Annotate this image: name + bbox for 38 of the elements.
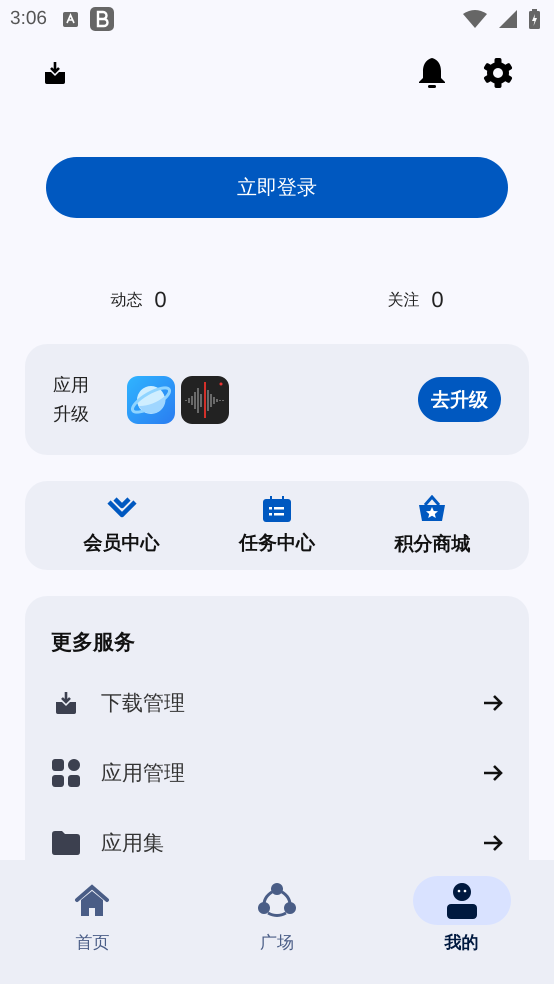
nav-tab[interactable]: 广场 <box>184 876 370 984</box>
calendar-list-icon[interactable] <box>262 496 291 522</box>
notification-bell-icon[interactable] <box>418 57 446 89</box>
stat-value[interactable]: 0 <box>431 287 444 313</box>
planet-app-icon <box>127 376 175 424</box>
wifi-icon <box>463 10 487 28</box>
stat-label[interactable]: 关注 <box>387 290 420 310</box>
arrow-right-icon <box>483 764 503 782</box>
stat-value[interactable]: 0 <box>154 287 167 313</box>
upgrade-label: 应用升级 <box>53 374 90 426</box>
settings-icon[interactable] <box>482 57 514 89</box>
b-app-notification-icon <box>90 7 114 31</box>
folder-icon <box>51 831 81 855</box>
grid-icon <box>51 759 81 787</box>
download-icon[interactable] <box>43 61 67 85</box>
nav-tab[interactable]: 首页 <box>0 876 185 984</box>
section-title: 更多服务 <box>51 629 136 656</box>
arrow-right-icon <box>483 834 503 852</box>
login-button[interactable]: 立即登录 <box>46 157 508 218</box>
sound-wave-app-icon <box>181 376 229 424</box>
nav-tab[interactable]: 我的 <box>369 876 554 984</box>
keyboard-notification-icon <box>62 12 78 26</box>
share-nodes-icon <box>258 882 296 918</box>
battery-icon <box>529 9 540 29</box>
signal-icon <box>499 10 517 28</box>
upgrade-button[interactable]: 去升级 <box>418 377 501 422</box>
shortcut-label[interactable]: 会员中心 <box>84 530 160 556</box>
stat-label[interactable]: 动态 <box>110 290 142 310</box>
shortcut-label[interactable]: 积分商城 <box>394 530 470 556</box>
status-time: 3:06 <box>10 8 47 30</box>
shortcut-label[interactable]: 任务中心 <box>238 530 315 556</box>
home-icon <box>74 884 110 918</box>
arrow-right-icon <box>483 694 503 712</box>
star-basket-icon[interactable] <box>418 494 446 522</box>
service-list-item[interactable]: 应用管理 <box>51 738 503 808</box>
service-list-item[interactable]: 应用集 <box>51 808 503 860</box>
service-list-item[interactable]: 下载管理 <box>51 668 503 738</box>
user-icon <box>446 882 478 918</box>
